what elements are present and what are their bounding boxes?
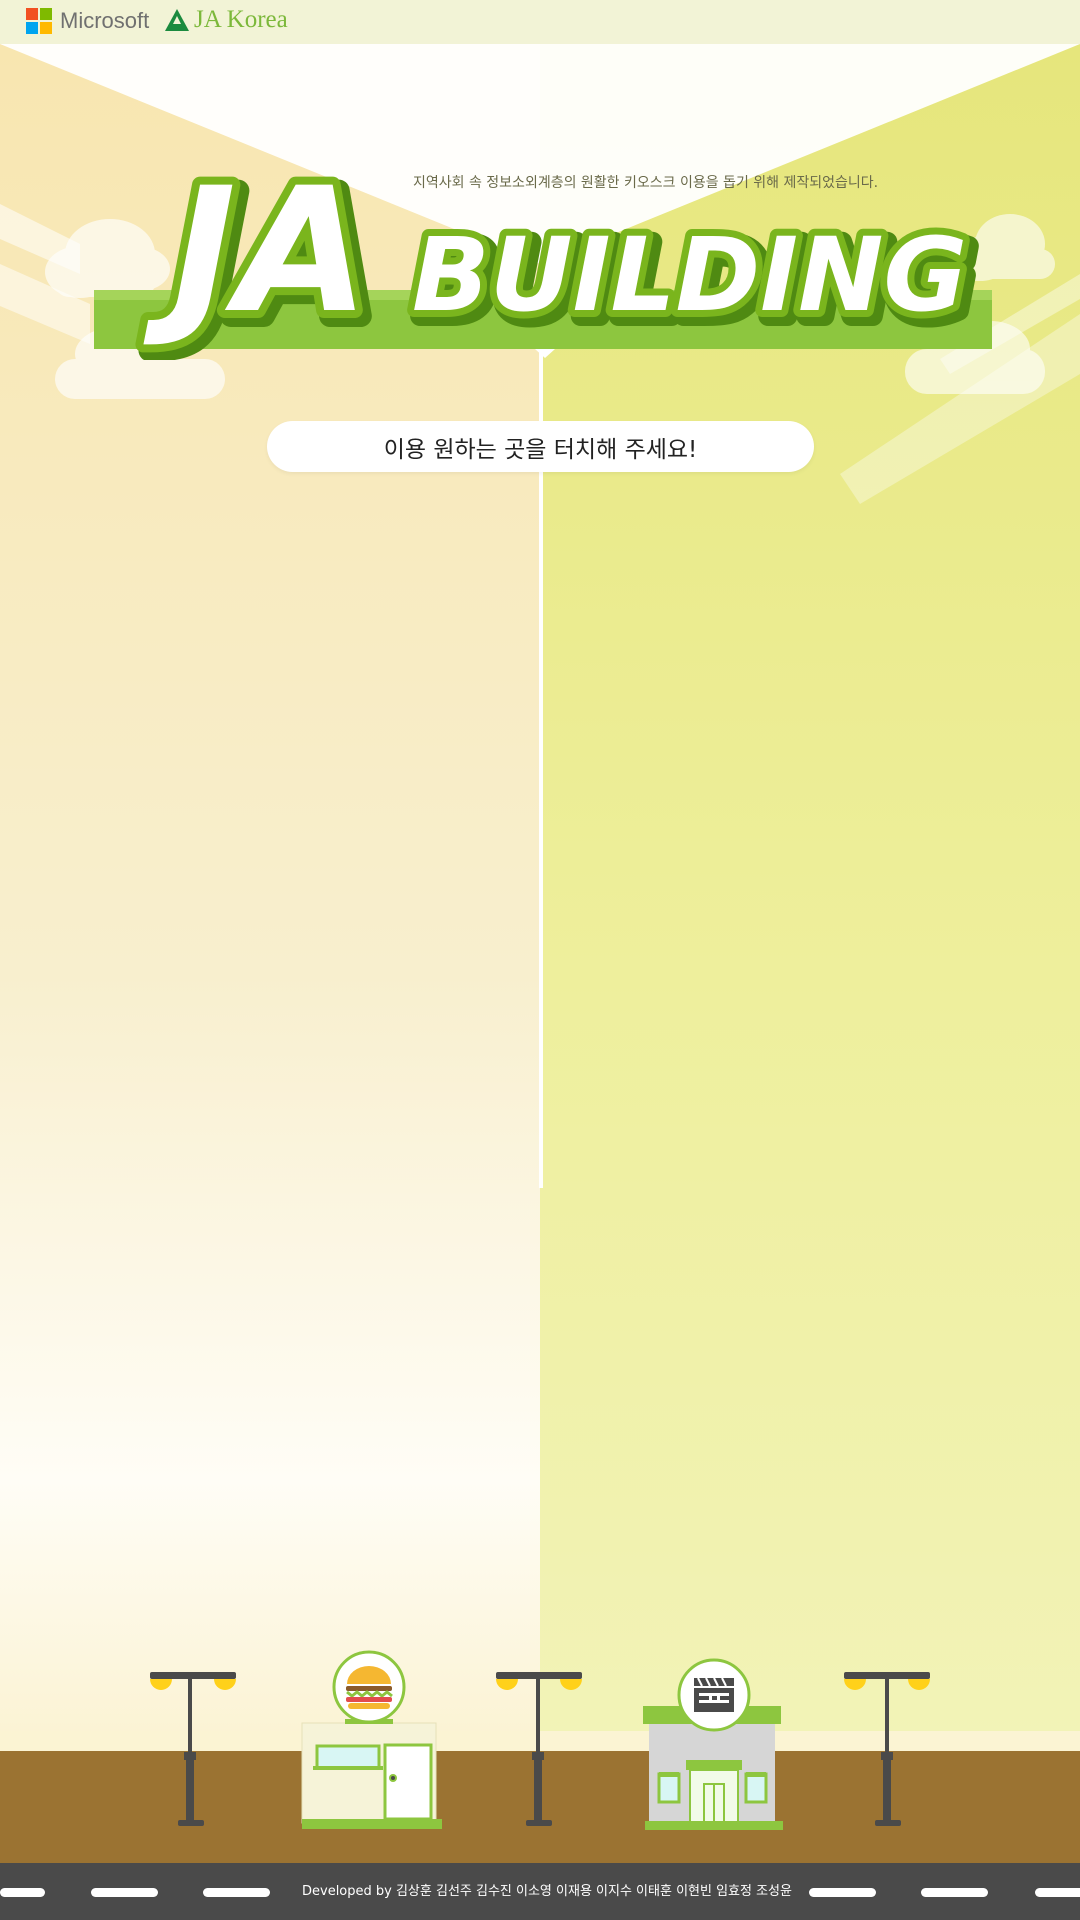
burger-shop-button[interactable]: [301, 1650, 442, 1829]
street-scene: [0, 1650, 1080, 1830]
cinema-shop-button[interactable]: [643, 1658, 783, 1830]
microsoft-logo: Microsoft: [26, 8, 149, 34]
clapperboard-icon: [694, 1677, 734, 1712]
logo-ja-text: JA: [143, 150, 369, 351]
ja-korea-logo: JA Korea: [164, 6, 288, 34]
ja-building-logo: JA JA BUILDING BUILDING: [94, 150, 992, 360]
center-divider: [539, 348, 543, 1188]
microsoft-label: Microsoft: [60, 8, 150, 33]
top-bar: Microsoft JA Korea: [0, 0, 1080, 44]
logo-building-text: BUILDING: [412, 216, 967, 335]
ja-triangle-icon: [165, 9, 189, 31]
microsoft-windows-icon: [26, 8, 52, 34]
ja-korea-label: JA Korea: [194, 6, 288, 33]
touch-prompt: 이용 원하는 곳을 터치해 주세요!: [267, 421, 814, 472]
